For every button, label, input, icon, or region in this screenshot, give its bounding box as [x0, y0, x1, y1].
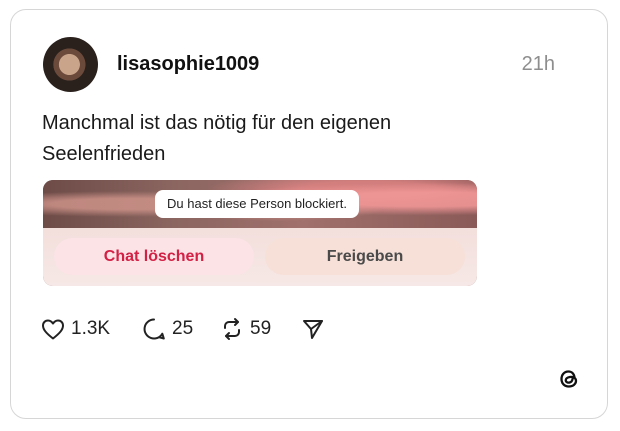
like-button[interactable]: 1.3K	[41, 316, 110, 342]
repost-icon	[224, 318, 240, 340]
avatar[interactable]	[43, 37, 98, 92]
share-button[interactable]	[301, 316, 325, 342]
threads-logo-icon[interactable]	[556, 366, 582, 392]
post-media-screenshot[interactable]: Du hast diese Person blockiert. Chat lös…	[43, 180, 477, 286]
comment-count: 25	[172, 318, 194, 339]
repost-count: 59	[250, 318, 272, 339]
comment-button[interactable]: 25	[142, 316, 193, 342]
post-card: lisasophie1009 21h Manchmal ist das nöti…	[10, 9, 608, 419]
like-count: 1.3K	[71, 318, 111, 339]
post-timestamp: 21h	[521, 53, 555, 75]
blocked-notice: Du hast diese Person blockiert.	[155, 190, 359, 218]
post-text: Manchmal ist das nötig für den eigenen S…	[42, 112, 392, 165]
comment-bubble-icon	[143, 318, 165, 340]
send-icon	[303, 320, 323, 339]
username[interactable]: lisasophie1009	[117, 53, 259, 76]
delete-chat-button: Chat löschen	[54, 238, 254, 275]
heart-icon	[42, 319, 64, 340]
share-chat-button: Freigeben	[265, 238, 465, 275]
repost-button[interactable]: 59	[220, 316, 271, 342]
